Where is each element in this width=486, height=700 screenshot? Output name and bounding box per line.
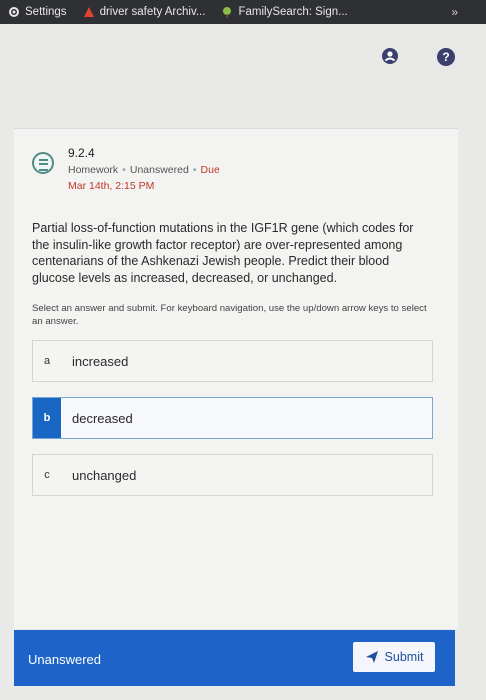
bookmark-familysearch[interactable]: FamilySearch: Sign... [213,6,355,18]
user-profile-icon[interactable] [381,47,399,65]
option-letter: b [33,398,61,438]
answer-status: Unanswered [28,652,101,667]
question-status: Unanswered [129,164,189,176]
bookmarks-bar: Settings driver safety Archiv... FamilyS… [0,0,486,24]
bookmark-label: FamilySearch: Sign... [238,6,348,18]
due-label: Due [200,164,220,176]
gear-icon [8,6,20,18]
bookmark-label: driver safety Archiv... [99,6,206,18]
option-letter: a [43,355,51,367]
option-text: increased [72,353,129,369]
bookmark-driver-safety[interactable]: driver safety Archiv... [75,6,214,18]
question-text: Partial loss-of-function mutations in th… [32,221,414,285]
question-meta: Homework • Unanswered • Due [68,164,220,176]
homework-icon [32,152,54,174]
answer-option-b[interactable]: b decreased [32,397,433,439]
question-type: Homework [68,164,119,176]
submit-button[interactable]: Submit [353,642,435,672]
paper-plane-icon [365,650,379,664]
answer-option-c[interactable]: c unchanged [32,454,433,496]
help-icon[interactable]: ? [437,48,455,66]
tree-icon [221,6,233,18]
answer-status-bar: Unanswered Submit [14,630,455,686]
answer-option-a[interactable]: a increased [32,340,433,382]
bookmarks-overflow-button[interactable]: » [451,5,458,19]
answer-instructions: Select an answer and submit. For keyboar… [32,303,427,327]
bookmark-label: Settings [25,6,67,18]
question-number: 9.2.4 [68,146,95,160]
option-text: decreased [72,410,133,426]
option-letter: c [44,469,50,481]
submit-label: Submit [384,650,424,664]
top-bar [0,24,486,94]
bookmark-settings[interactable]: Settings [0,6,75,18]
warning-icon [83,6,95,18]
separator-dot-icon: • [122,164,126,176]
due-date: Mar 14th, 2:15 PM [68,180,155,192]
option-text: unchanged [72,467,137,483]
separator-dot-icon: • [192,164,197,176]
